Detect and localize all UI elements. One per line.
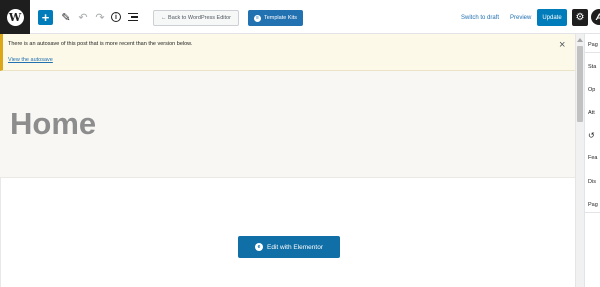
- list-view-icon: [128, 13, 138, 21]
- sidebar-item-status[interactable]: Sta: [588, 64, 596, 70]
- view-autosave-link[interactable]: View the autosave: [8, 57, 53, 63]
- edit-with-elementor-button[interactable]: e Edit with Elementor: [238, 236, 340, 258]
- post-title-wrapper[interactable]: Home: [0, 71, 575, 178]
- switch-to-draft-link[interactable]: Switch to draft: [461, 15, 499, 21]
- sidebar-item-attributes[interactable]: Att: [588, 110, 595, 116]
- sidebar-item-page[interactable]: Pag: [588, 42, 598, 48]
- list-view-button[interactable]: [127, 9, 139, 25]
- pencil-icon: ✎: [61, 11, 71, 24]
- wordpress-icon: W: [6, 8, 24, 26]
- gear-icon: ⚙: [575, 12, 585, 23]
- info-icon: i: [111, 12, 121, 22]
- scrollbar-thumb[interactable]: [577, 46, 583, 122]
- update-button[interactable]: Update: [537, 9, 567, 26]
- astra-settings-button[interactable]: A: [591, 9, 600, 25]
- add-block-button[interactable]: +: [38, 10, 53, 25]
- undo-icon: ↶: [78, 11, 88, 24]
- revisions-icon[interactable]: ↺: [588, 131, 595, 140]
- elementor-content-area: e Edit with Elementor: [0, 178, 575, 287]
- back-to-wordpress-editor-button[interactable]: ← Back to WordPress Editor: [153, 10, 239, 26]
- canvas-scrollbar[interactable]: [575, 34, 584, 287]
- template-kits-label: Template Kits: [263, 15, 297, 21]
- elementor-icon: e: [255, 243, 263, 251]
- sidebar-item-page-attributes[interactable]: Pag: [588, 202, 598, 208]
- settings-sidebar: Pag Sta Op Att ↺ Fea Dis Pag: [584, 34, 600, 287]
- divider: [585, 52, 600, 53]
- preview-link[interactable]: Preview: [510, 15, 531, 21]
- redo-icon: ↷: [95, 11, 105, 24]
- autosave-notice: There is an autosave of this post that i…: [0, 34, 575, 71]
- settings-button[interactable]: ⚙: [572, 9, 588, 26]
- sidebar-item-discussion[interactable]: Dis: [588, 179, 596, 185]
- divider: [585, 212, 600, 213]
- plus-icon: +: [41, 10, 50, 25]
- tools-button[interactable]: ✎: [60, 9, 72, 25]
- sidebar-item-featured-image[interactable]: Fea: [588, 155, 597, 161]
- editor-canvas: There is an autosave of this post that i…: [0, 34, 575, 287]
- close-icon[interactable]: ×: [559, 40, 565, 51]
- autosave-notice-text: There is an autosave of this post that i…: [8, 41, 193, 47]
- editor-toolbar: W + ✎ ↶ ↷ i ← Back to WordPress Editor ≡: [0, 0, 600, 34]
- wordpress-logo-button[interactable]: W: [0, 0, 30, 34]
- template-kits-button[interactable]: ≡ Template Kits: [248, 10, 303, 26]
- undo-button[interactable]: ↶: [77, 9, 89, 25]
- block-editor: W + ✎ ↶ ↷ i ← Back to WordPress Editor ≡: [0, 0, 600, 287]
- scroll-up-arrow-icon[interactable]: [577, 38, 583, 42]
- info-glyph: i: [115, 13, 117, 21]
- edit-with-elementor-label: Edit with Elementor: [267, 243, 323, 251]
- astra-icon: A: [596, 12, 600, 22]
- sidebar-item-options[interactable]: Op: [588, 87, 595, 93]
- page-title[interactable]: Home: [10, 106, 96, 142]
- template-kits-icon: ≡: [253, 14, 261, 22]
- redo-button[interactable]: ↷: [94, 9, 106, 25]
- details-button[interactable]: i: [110, 9, 122, 25]
